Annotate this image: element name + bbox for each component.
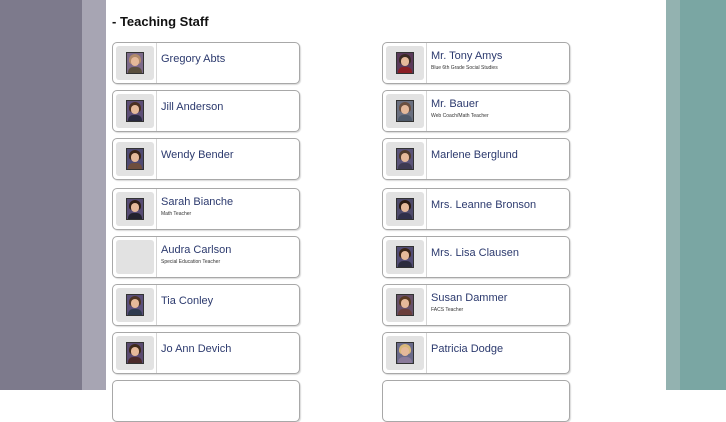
staff-photo: [386, 336, 424, 370]
staff-card[interactable]: Jill Anderson: [112, 90, 300, 132]
staff-card[interactable]: Tia Conley: [112, 284, 300, 326]
staff-title: Special Education Teacher: [161, 259, 221, 265]
staff-card[interactable]: Patricia Dodge: [382, 332, 570, 374]
right-page-border: [666, 0, 680, 390]
staff-card[interactable]: Jo Ann Devich: [112, 332, 300, 374]
card-divider: [156, 333, 157, 373]
staff-card-partial[interactable]: [382, 380, 570, 422]
staff-title: Math Teacher: [161, 211, 192, 217]
card-divider: [156, 139, 157, 179]
portrait-image: [396, 148, 414, 170]
portrait-image: [396, 52, 414, 74]
staff-name[interactable]: Patricia Dodge: [431, 343, 503, 355]
card-divider: [426, 189, 427, 229]
portrait-image: [126, 52, 144, 74]
staff-photo: [386, 192, 424, 226]
portrait-image: [396, 100, 414, 122]
right-page-margin: [680, 0, 726, 390]
staff-card[interactable]: Mr. Tony Amys Blue 6th Grade Social Studi…: [382, 42, 570, 84]
staff-card[interactable]: Audra Carlson Special Education Teacher: [112, 236, 300, 278]
portrait-image: [126, 100, 144, 122]
staff-photo: [386, 46, 424, 80]
staff-name[interactable]: Wendy Bender: [161, 149, 234, 161]
card-divider: [426, 333, 427, 373]
staff-title: Blue 6th Grade Social Studies: [431, 65, 498, 71]
staff-name[interactable]: Mrs. Lisa Clausen: [431, 247, 519, 259]
card-divider: [156, 285, 157, 325]
staff-card-partial[interactable]: [112, 380, 300, 422]
staff-name[interactable]: Jill Anderson: [161, 101, 223, 113]
card-divider: [426, 91, 427, 131]
staff-name[interactable]: Mr. Tony Amys: [431, 50, 502, 62]
staff-photo: [116, 192, 154, 226]
staff-card[interactable]: Mr. Bauer Web Coach/Math Teacher: [382, 90, 570, 132]
staff-name[interactable]: Mr. Bauer: [431, 98, 479, 110]
staff-photo: [386, 288, 424, 322]
portrait-image: [126, 198, 144, 220]
left-page-margin: [0, 0, 82, 390]
staff-card[interactable]: Susan Dammer FACS Teacher: [382, 284, 570, 326]
card-divider: [426, 43, 427, 83]
card-divider: [156, 91, 157, 131]
staff-photo-placeholder: [116, 240, 154, 274]
staff-photo: [116, 46, 154, 80]
portrait-image: [126, 148, 144, 170]
card-divider: [156, 189, 157, 229]
card-divider: [156, 237, 157, 277]
staff-name[interactable]: Susan Dammer: [431, 292, 507, 304]
staff-photo: [116, 288, 154, 322]
staff-name[interactable]: Gregory Abts: [161, 53, 225, 65]
staff-name[interactable]: Marlene Berglund: [431, 149, 518, 161]
card-divider: [426, 139, 427, 179]
staff-photo: [386, 142, 424, 176]
card-divider: [426, 237, 427, 277]
staff-name[interactable]: Tia Conley: [161, 295, 213, 307]
card-divider: [426, 285, 427, 325]
portrait-image: [396, 198, 414, 220]
staff-photo: [386, 240, 424, 274]
portrait-image: [126, 342, 144, 364]
staff-photo: [116, 94, 154, 128]
staff-card[interactable]: Mrs. Leanne Bronson: [382, 188, 570, 230]
staff-name[interactable]: Jo Ann Devich: [161, 343, 231, 355]
portrait-image: [396, 342, 414, 364]
staff-name[interactable]: Sarah Bianche: [161, 196, 233, 208]
staff-card[interactable]: Marlene Berglund: [382, 138, 570, 180]
portrait-image: [396, 246, 414, 268]
staff-title: Web Coach/Math Teacher: [431, 113, 489, 119]
staff-photo: [116, 336, 154, 370]
portrait-image: [396, 294, 414, 316]
staff-photo: [386, 94, 424, 128]
staff-card[interactable]: Wendy Bender: [112, 138, 300, 180]
section-title: - Teaching Staff: [112, 14, 209, 29]
staff-card[interactable]: Sarah Bianche Math Teacher: [112, 188, 300, 230]
staff-card[interactable]: Mrs. Lisa Clausen: [382, 236, 570, 278]
staff-name[interactable]: Audra Carlson: [161, 244, 231, 256]
staff-card[interactable]: Gregory Abts: [112, 42, 300, 84]
card-divider: [156, 43, 157, 83]
staff-photo: [116, 142, 154, 176]
staff-name[interactable]: Mrs. Leanne Bronson: [431, 199, 536, 211]
staff-title: FACS Teacher: [431, 307, 464, 313]
portrait-image: [126, 294, 144, 316]
left-page-border: [82, 0, 106, 390]
